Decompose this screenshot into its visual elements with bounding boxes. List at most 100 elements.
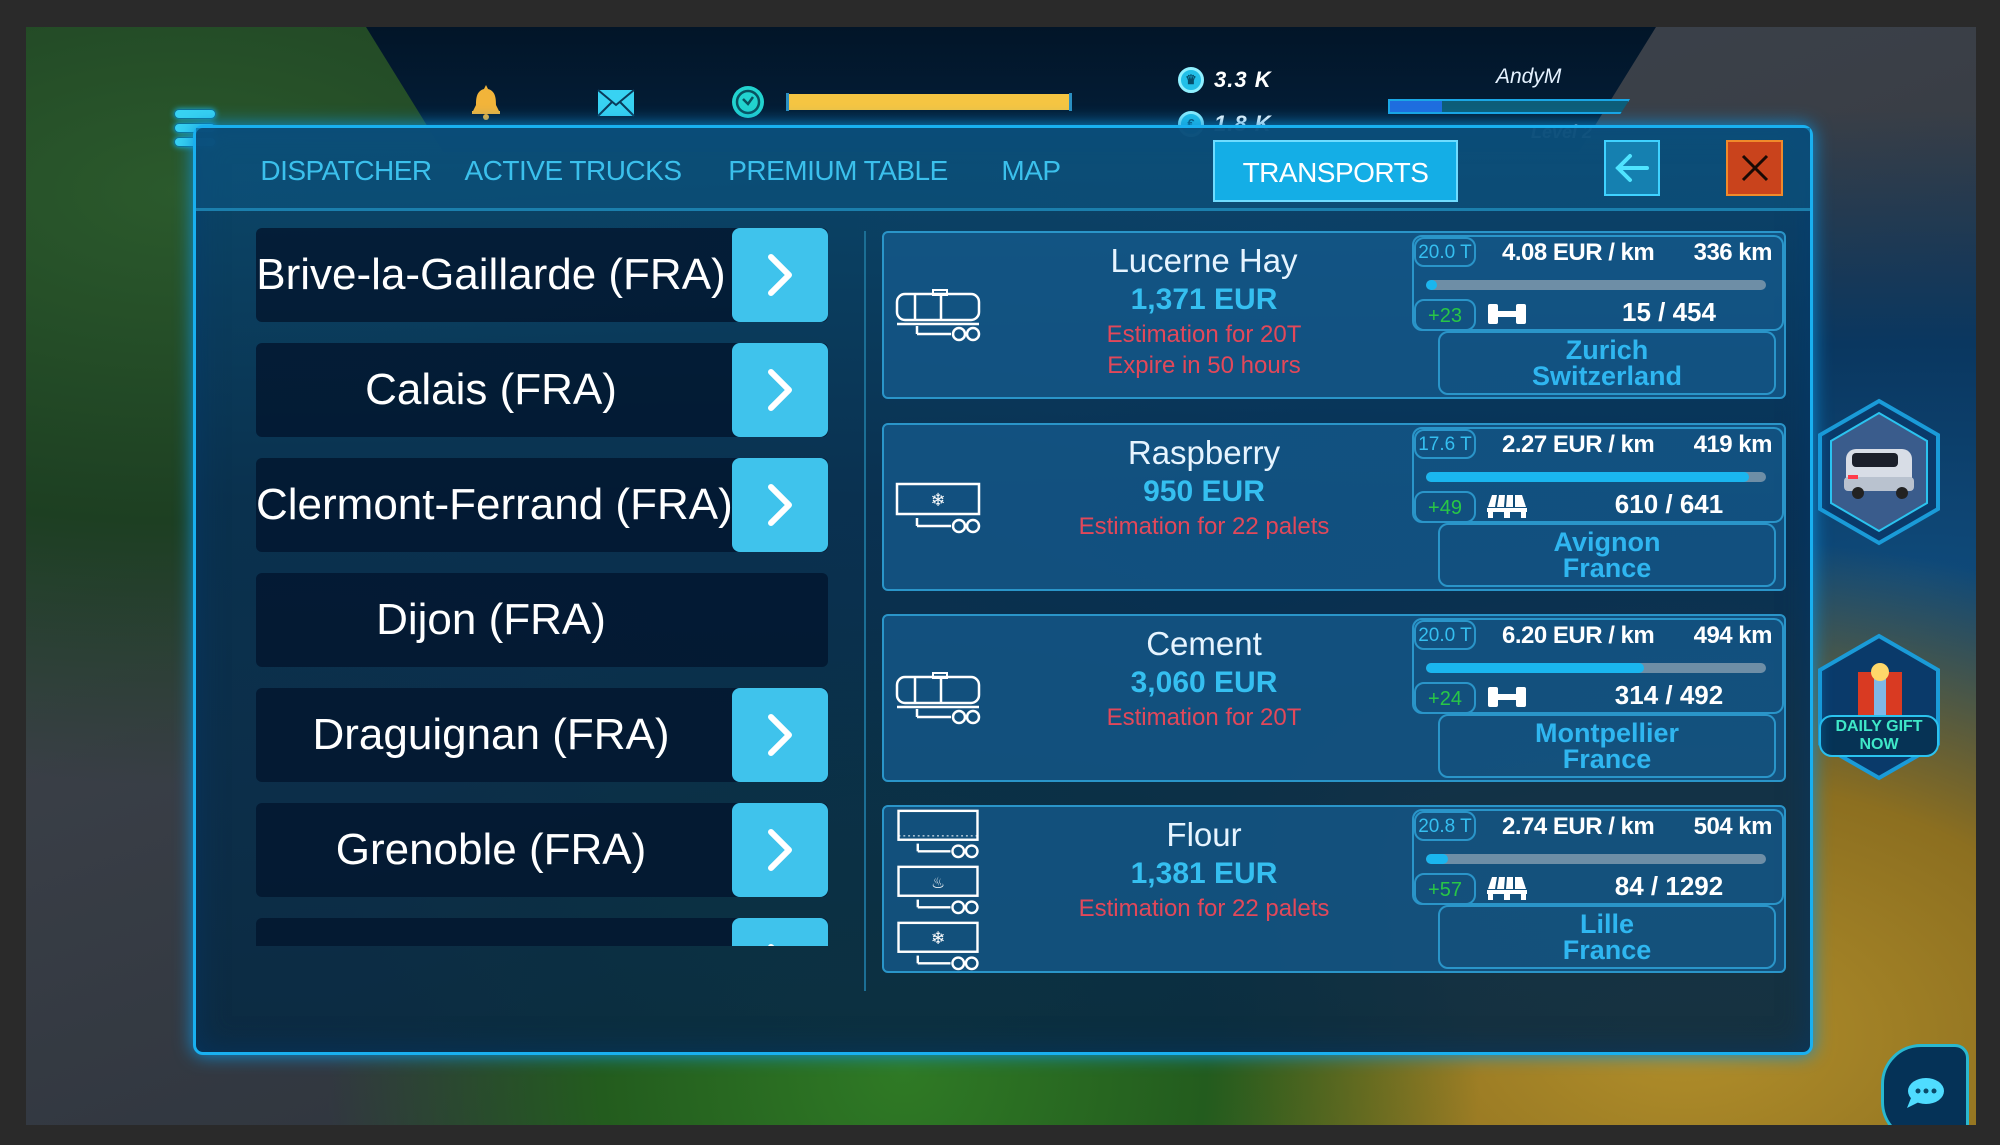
city-list-item[interactable]: Dijon (FRA) [256, 573, 828, 667]
dumbbell-icon [1488, 304, 1526, 324]
stock-progress-bar [1426, 280, 1766, 290]
transport-card[interactable]: ❄ Raspberry 950 EUR Estimation for 22 palet… [882, 423, 1786, 591]
destination-country: France [1562, 935, 1652, 965]
distance: 494 km [1693, 622, 1773, 649]
van-offer-button[interactable] [1814, 397, 1944, 547]
player-name: AndyM [1496, 65, 1562, 88]
bonus-badge: +57 [1414, 873, 1476, 905]
transport-panel: DISPATCHER ACTIVE TRUCKS PREMIUM TABLE M… [193, 125, 1813, 1055]
tanker-trailer-icon [895, 672, 981, 725]
destination-button[interactable]: Montpellier France [1438, 714, 1776, 778]
notifications-bell-icon[interactable] [469, 83, 503, 120]
city-list-item[interactable]: Clermont-Ferrand (FRA) [256, 458, 828, 552]
daily-gift-button[interactable]: DAILY GIFT NOW [1814, 632, 1944, 782]
bonus-badge: +24 [1414, 682, 1476, 714]
svg-text:♨: ♨ [931, 875, 945, 892]
cargo-note: Estimation for 22 palets [1078, 513, 1330, 540]
stock-progress-bar [1426, 472, 1766, 482]
pallet-icon [1487, 876, 1527, 900]
mail-icon[interactable] [597, 89, 635, 125]
rate-per-km: 2.27 EUR / km [1502, 431, 1655, 458]
city-name: Calais (FRA) [365, 365, 617, 414]
distance: 504 km [1693, 813, 1773, 840]
bonus-badge: +23 [1414, 299, 1476, 331]
transport-card[interactable]: Lucerne Hay 1,371 EUR Estimation for 20T Ex… [882, 231, 1786, 399]
city-list-item[interactable]: Draguignan (FRA) [256, 688, 828, 782]
crown-coin-icon: ♛ [1178, 67, 1204, 93]
reefer-trailer-icon: ❄ [897, 921, 979, 971]
stock-count: 314 / 492 [1614, 680, 1724, 710]
tanker-trailer-icon [895, 289, 981, 342]
heated-trailer-icon: ♨ [897, 865, 979, 915]
destination-button[interactable]: Avignon France [1438, 523, 1776, 587]
transport-stats: 20.0 T 4.08 EUR / km 336 km +23 15 / 454 [1412, 235, 1784, 331]
chevron-right-icon [768, 944, 775, 946]
city-list-item[interactable]: Brive-la-Gaillarde (FRA) [256, 228, 828, 322]
city-name: Grenoble (FRA) [335, 825, 647, 874]
open-city-button[interactable] [732, 228, 828, 322]
xp-progress-bar [1388, 99, 1630, 114]
chevron-right-icon [768, 369, 792, 411]
trailer-types [890, 616, 1000, 780]
svg-text:❄: ❄ [930, 490, 945, 510]
city-name: Clermont-Ferrand (FRA) [256, 480, 733, 529]
cargo-name: Lucerne Hay [1110, 242, 1298, 279]
stock-count: 84 / 1292 [1614, 871, 1724, 901]
clock-icon [731, 85, 765, 121]
chevron-right-icon [768, 254, 792, 296]
city-list[interactable]: Brive-la-Gaillarde (FRA) Calais (FRA) Cl… [256, 228, 856, 946]
trailer-types [890, 233, 1000, 397]
city-list-item[interactable]: Grenoble (FRA) [256, 803, 828, 897]
energy-progress-fill [789, 94, 1069, 110]
cargo-price: 950 EUR [1143, 475, 1265, 508]
open-city-button[interactable] [732, 458, 828, 552]
open-city-button[interactable] [732, 803, 828, 897]
tab-dispatcher[interactable]: DISPATCHER [256, 140, 436, 202]
bonus-badge: +49 [1414, 491, 1476, 523]
destination-button[interactable]: Zurich Switzerland [1438, 331, 1776, 395]
tab-premium-table[interactable]: PREMIUM TABLE [718, 140, 958, 202]
city-list-item[interactable]: Calais (FRA) [256, 343, 828, 437]
tab-active-trucks[interactable]: ACTIVE TRUCKS [458, 140, 688, 202]
destination-country: Switzerland [1531, 361, 1683, 391]
cargo-note: Estimation for 20T [1106, 704, 1302, 731]
tab-map[interactable]: MAP [986, 140, 1076, 202]
stock-progress-bar [1426, 854, 1766, 864]
cargo-note: Expire in 50 hours [1107, 352, 1301, 379]
cargo-name: Cement [1146, 625, 1262, 662]
chevron-right-icon [768, 484, 792, 526]
reefer-trailer-icon: ❄ [895, 482, 981, 534]
chevron-right-icon [768, 714, 792, 756]
weight-badge: 17.6 T [1414, 429, 1476, 459]
cargo-info: Flour 1,381 EUR Estimation for 22 palets [1024, 815, 1384, 924]
destination-button[interactable]: Lille France [1438, 905, 1776, 969]
destination-city: Montpellier [1534, 718, 1679, 748]
xp-progress-fill [1390, 101, 1443, 112]
game-viewport: ♛ 3.3 K € 1.8 K AndyM Level 2 DAILY [26, 27, 1976, 1125]
destination-country: France [1562, 744, 1652, 774]
daily-gift-label: DAILY GIFT [1835, 718, 1923, 735]
tab-transports[interactable]: TRANSPORTS [1213, 140, 1458, 202]
open-city-button[interactable] [732, 343, 828, 437]
open-city-button[interactable] [732, 688, 828, 782]
curtain-trailer-icon [897, 809, 979, 859]
city-name: Draguignan (FRA) [312, 710, 670, 759]
transport-stats: 20.0 T 6.20 EUR / km 494 km +24 314 / 492 [1412, 618, 1784, 714]
transport-card[interactable]: ♨ ❄ Flour 1,381 EUR Estimation for 22 palets… [882, 805, 1786, 973]
open-city-button[interactable] [732, 918, 828, 946]
city-name: Dijon (FRA) [376, 595, 606, 644]
pallet-icon [1487, 494, 1527, 518]
stock-progress-bar [1426, 663, 1766, 673]
city-list-item[interactable]: Le Havre (FRA) [256, 918, 828, 946]
weight-badge: 20.0 T [1414, 620, 1476, 650]
transport-card[interactable]: Cement 3,060 EUR Estimation for 20T 20.0 T 6… [882, 614, 1786, 782]
svg-text:❄: ❄ [931, 928, 946, 948]
close-button[interactable] [1726, 140, 1783, 196]
arrow-left-icon [1615, 154, 1649, 182]
chat-button[interactable] [1881, 1044, 1969, 1125]
stock-progress-fill [1426, 854, 1449, 864]
cargo-note: Estimation for 22 palets [1078, 895, 1330, 922]
back-button[interactable] [1604, 140, 1660, 196]
stock-count: 15 / 454 [1622, 297, 1716, 327]
transport-stats: 17.6 T 2.27 EUR / km 419 km +49 610 / 641 [1412, 427, 1784, 523]
